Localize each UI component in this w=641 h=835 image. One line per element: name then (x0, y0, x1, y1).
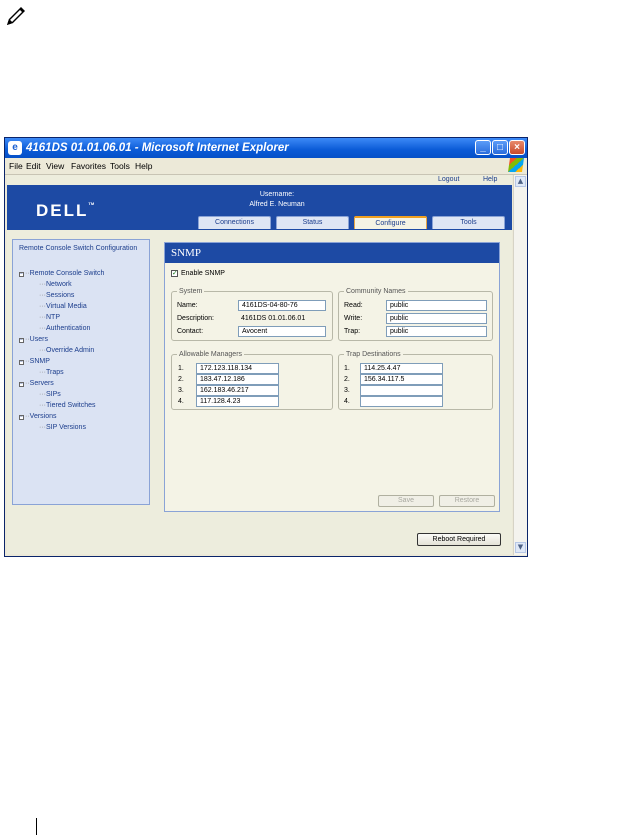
description-label: Description: (177, 315, 214, 322)
name-label: Name: (177, 302, 198, 309)
manager-num: 1. (178, 365, 184, 372)
logout-link[interactable]: Logout (438, 175, 459, 185)
manager-num: 2. (178, 376, 184, 383)
tab-tools[interactable]: Tools (432, 216, 505, 229)
username-label: Username: (259, 191, 295, 198)
tab-status[interactable]: Status (276, 216, 349, 229)
manager-input-4[interactable]: 117.128.4.23 (196, 396, 279, 407)
tree-item-network[interactable]: ···Network (39, 280, 72, 289)
menu-favorites[interactable]: Favorites (71, 158, 106, 174)
menu-tools[interactable]: Tools (110, 158, 130, 174)
traps-legend: Trap Destinations (344, 350, 403, 359)
minimize-button[interactable]: _ (475, 140, 491, 155)
vertical-scrollbar[interactable]: ▲ ▼ (513, 175, 527, 555)
tree-item-tiered-switches[interactable]: ···Tiered Switches (39, 401, 96, 410)
snmp-panel: SNMP ✓ Enable SNMP System Name: 4161DS-0… (164, 242, 500, 512)
tree-node-snmp[interactable]: − ··SNMP (19, 357, 50, 366)
description-value: 4161DS 01.01.06.01 (241, 315, 306, 322)
ie-icon: e (8, 141, 22, 155)
windows-flag-icon (508, 158, 524, 172)
manager-input-2[interactable]: 183.47.12.186 (196, 374, 279, 385)
tree-item-authentication[interactable]: ···Authentication (39, 324, 90, 333)
tab-configure[interactable]: Configure (354, 216, 427, 229)
maximize-button[interactable]: □ (492, 140, 508, 155)
community-legend: Community Names (344, 287, 408, 296)
restore-button[interactable]: Restore (439, 495, 495, 507)
trap-input[interactable]: public (386, 326, 487, 337)
config-sidebar: Remote Console Switch Configuration − ··R… (12, 239, 150, 505)
contact-label: Contact: (177, 328, 204, 335)
contact-input[interactable]: Avocent (238, 326, 326, 337)
write-input[interactable]: public (386, 313, 487, 324)
tree-node-users[interactable]: − ··Users (19, 335, 48, 344)
user-info: Username: Alfred E. Neuman (227, 190, 327, 210)
menu-view[interactable]: View (46, 158, 64, 174)
menu-file[interactable]: File (9, 158, 23, 174)
dell-logo: DELLTM (36, 201, 95, 220)
window-title: 4161DS 01.01.06.01 - Microsoft Internet … (26, 142, 289, 154)
trap-label: Trap: (344, 328, 361, 335)
username-value: Alfred E. Neuman (249, 201, 305, 208)
trap-num: 3. (344, 387, 350, 394)
trap-dest-input-3[interactable] (360, 385, 443, 396)
menu-bar: File Edit View Favorites Tools Help (5, 158, 527, 175)
tree-node-remote-console-switch[interactable]: − ··Remote Console Switch (19, 269, 104, 278)
manager-num: 3. (178, 387, 184, 394)
managers-legend: Allowable Managers (177, 350, 245, 359)
sidebar-title: Remote Console Switch Configuration (19, 245, 138, 252)
system-group: System Name: 4161DS-04-80-76 Description… (171, 287, 333, 341)
scroll-down-icon[interactable]: ▼ (515, 542, 526, 553)
community-group: Community Names Read: public Write: publ… (338, 287, 493, 341)
write-label: Write: (344, 315, 363, 322)
trap-dest-input-1[interactable]: 114.25.4.47 (360, 363, 443, 374)
manager-input-1[interactable]: 172.123.118.134 (196, 363, 279, 374)
collapse-icon[interactable]: − (19, 360, 24, 365)
read-input[interactable]: public (386, 300, 487, 311)
tree-item-sips[interactable]: ···SIPs (39, 390, 61, 399)
tree-item-ntp[interactable]: ···NTP (39, 313, 60, 322)
tree-item-traps[interactable]: ···Traps (39, 368, 64, 377)
help-link[interactable]: Help (483, 175, 497, 185)
top-links: Logout Help (7, 175, 512, 185)
trap-dest-input-4[interactable] (360, 396, 443, 407)
name-input[interactable]: 4161DS-04-80-76 (238, 300, 326, 311)
close-button[interactable]: × (509, 140, 525, 155)
page-margin-rule (36, 818, 37, 835)
collapse-icon[interactable]: − (19, 338, 24, 343)
trap-destinations-group: Trap Destinations 1. 114.25.4.47 2. 156.… (338, 350, 493, 410)
save-button[interactable]: Save (378, 495, 434, 507)
tree-node-servers[interactable]: − ··Servers (19, 379, 54, 388)
menu-edit[interactable]: Edit (26, 158, 41, 174)
tree-item-sessions[interactable]: ···Sessions (39, 291, 74, 300)
scroll-up-icon[interactable]: ▲ (515, 176, 526, 187)
system-legend: System (177, 287, 205, 296)
enable-snmp-checkbox[interactable]: ✓ (171, 270, 178, 277)
title-bar[interactable]: e 4161DS 01.01.06.01 - Microsoft Interne… (5, 138, 527, 158)
tree-item-sip-versions[interactable]: ···SIP Versions (39, 423, 86, 432)
collapse-icon[interactable]: − (19, 272, 24, 277)
enable-snmp-label: Enable SNMP (181, 270, 225, 277)
trap-num: 2. (344, 376, 350, 383)
tree-node-versions[interactable]: − ··Versions (19, 412, 57, 421)
browser-window: e 4161DS 01.01.06.01 - Microsoft Interne… (4, 137, 528, 557)
menu-help[interactable]: Help (135, 158, 152, 174)
managers-group: Allowable Managers 1. 172.123.118.134 2.… (171, 350, 333, 410)
collapse-icon[interactable]: − (19, 415, 24, 420)
note-pencil-icon (4, 4, 28, 28)
tree-item-virtual-media[interactable]: ···Virtual Media (39, 302, 87, 311)
trap-num: 1. (344, 365, 350, 372)
page-content: Logout Help DELLTM Username: Alfred E. N… (7, 175, 512, 554)
trap-num: 4. (344, 398, 350, 405)
manager-num: 4. (178, 398, 184, 405)
tree-item-override-admin[interactable]: ···Override Admin (39, 346, 94, 355)
panel-title: SNMP (165, 243, 499, 263)
collapse-icon[interactable]: − (19, 382, 24, 387)
read-label: Read: (344, 302, 363, 309)
reboot-required-button[interactable]: Reboot Required (417, 533, 501, 546)
trap-dest-input-2[interactable]: 156.34.117.5 (360, 374, 443, 385)
manager-input-3[interactable]: 162.183.46.217 (196, 385, 279, 396)
tab-connections[interactable]: Connections (198, 216, 271, 229)
